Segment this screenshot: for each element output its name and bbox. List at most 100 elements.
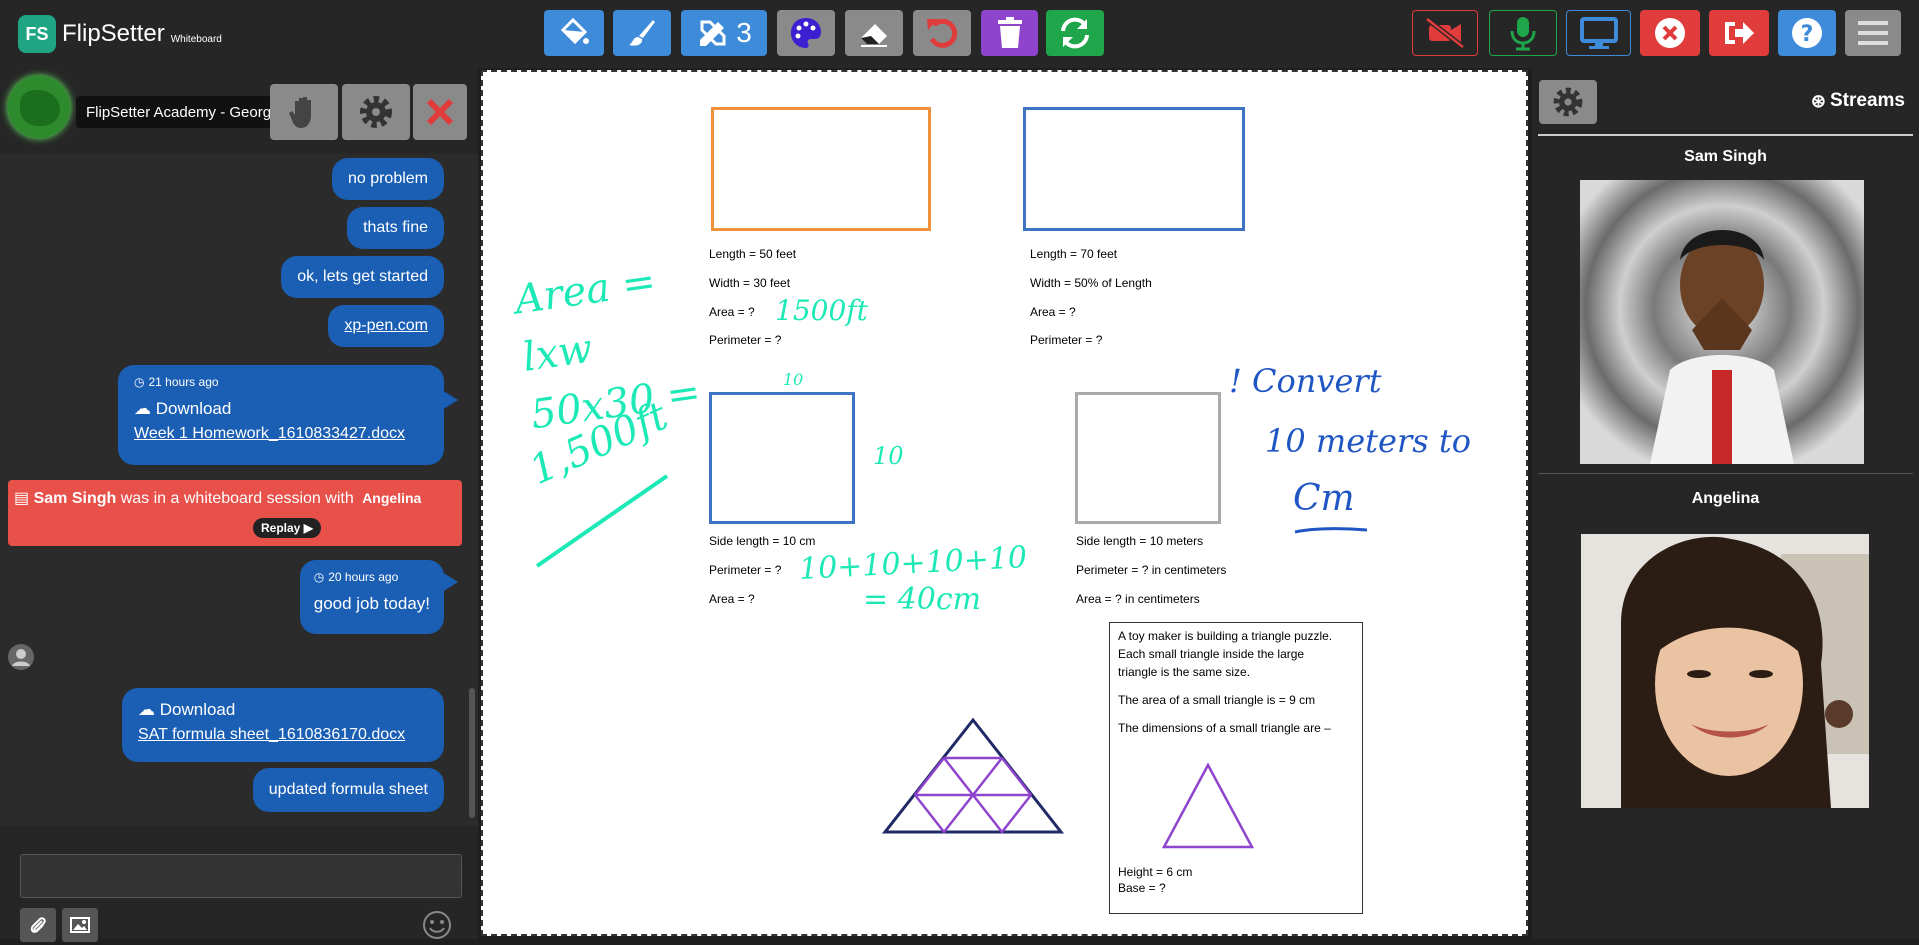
handwritten-answer: 1500ft [775, 294, 868, 327]
chat-messages[interactable]: no problem thats fine ok, lets get start… [0, 154, 478, 826]
rect1-area: Area = ? [709, 305, 755, 319]
handwritten-side-top: 10 [783, 370, 804, 389]
file-link[interactable]: Week 1 Homework_1610833427.docx [134, 425, 428, 443]
brush-tool-button[interactable] [613, 10, 671, 56]
rect1-perimeter: Perimeter = ? [709, 333, 782, 347]
download-icon: ☁ [138, 700, 155, 719]
paperclip-icon [30, 917, 46, 933]
trash-button[interactable] [981, 10, 1038, 56]
file-link[interactable]: SAT formula sheet_1610836170.docx [138, 726, 428, 744]
hand-icon [289, 97, 311, 128]
leave-button[interactable] [1709, 10, 1769, 56]
handwritten-convert-1: ! Convert [1229, 362, 1382, 400]
chat-header: FlipSetter Academy - Georgia [0, 68, 478, 154]
clock-icon: ◷ [313, 570, 325, 584]
trash-icon [997, 17, 1022, 48]
chat-scrollbar[interactable] [469, 688, 475, 818]
sq1-area: Area = ? [709, 592, 755, 606]
palette-button[interactable] [777, 10, 835, 56]
underline-stroke [1294, 527, 1368, 534]
file-message: ◷ 21 hours ago ☁ Download Week 1 Homework… [118, 365, 444, 465]
session-notice: ▤ Sam Singh was in a whiteboard session … [8, 480, 462, 546]
brush-icon [629, 20, 655, 46]
eraser-button[interactable] [845, 10, 903, 56]
triangle-puzzle [881, 717, 1065, 835]
video-stream-angelina[interactable] [1581, 534, 1869, 808]
whiteboard-icon: ▤ [14, 490, 30, 507]
sync-icon [1061, 17, 1089, 49]
app-logo[interactable]: FS FlipSetter Whiteboard [18, 14, 222, 54]
top-bar: FS FlipSetter Whiteboard 3 ? [0, 0, 1919, 68]
rect1-length: Length = 50 feet [709, 247, 797, 261]
course-name: FlipSetter Academy - Georgia [76, 96, 293, 128]
screen-share-button[interactable] [1566, 10, 1631, 56]
download-icon: ☁ [134, 399, 151, 418]
course-avatar[interactable] [8, 76, 70, 138]
raise-hand-button[interactable] [270, 84, 338, 140]
attach-button[interactable] [20, 908, 56, 942]
chat-message: thats fine [347, 207, 444, 249]
video-stream-sam[interactable] [1580, 180, 1864, 464]
whiteboard-canvas[interactable]: Length = 50 feet Width = 30 feet Area = … [481, 70, 1528, 936]
app-subtitle: Whiteboard [170, 33, 222, 45]
chat-panel: FlipSetter Academy - Georgia no problem … [0, 68, 478, 942]
replay-button[interactable]: Replay ▶ [253, 518, 321, 538]
chat-settings-button[interactable] [342, 84, 410, 140]
image-button[interactable] [62, 908, 98, 942]
user-avatar[interactable] [8, 644, 34, 670]
emoji-button[interactable] [422, 910, 452, 940]
bubble-tail [442, 390, 458, 410]
help-icon: ? [1792, 18, 1822, 48]
menu-button[interactable] [1845, 10, 1901, 56]
sq2-side: Side length = 10 meters [1076, 534, 1204, 548]
gray-square [1075, 392, 1221, 524]
chat-message: updated formula sheet [252, 768, 444, 812]
close-icon [426, 98, 454, 126]
eraser-icon [861, 24, 887, 47]
menu-icon [1858, 21, 1888, 45]
problem-card: A toy maker is building a triangle puzzl… [1109, 622, 1363, 914]
bubble-tail [442, 572, 458, 592]
logo-badge: FS [18, 15, 56, 53]
handwritten-sum-result: = 40cm [863, 582, 982, 617]
rect2-area: Area = ? [1030, 305, 1076, 319]
palette-icon [791, 18, 821, 48]
sq1-side: Side length = 10 cm [709, 534, 816, 548]
svg-text:?: ? [1801, 22, 1814, 47]
streams-title: ⊛ Streams [1810, 90, 1905, 111]
chat-composer [0, 826, 478, 942]
streams-panel: ⊛ Streams Sam Singh Angelina [1532, 68, 1919, 939]
tool-size-button[interactable]: 3 [681, 10, 767, 56]
microphone-button[interactable] [1489, 10, 1557, 56]
chat-link[interactable]: xp-pen.com [344, 317, 428, 335]
help-button[interactable]: ? [1778, 10, 1836, 56]
divider [1538, 134, 1913, 136]
broadcast-icon: ⊛ [1810, 90, 1826, 111]
image-icon [70, 917, 90, 933]
gear-icon [1553, 87, 1583, 117]
file-message: ☁ Download SAT formula sheet_1610836170.… [122, 688, 444, 762]
chat-message: ◷ 20 hours ago good job today! [299, 560, 444, 634]
chat-message: no problem [331, 158, 444, 200]
download-row[interactable]: ☁ Download [134, 399, 428, 419]
handwritten-convert-2: 10 meters to [1265, 422, 1471, 460]
close-chat-button[interactable] [413, 84, 467, 140]
fill-tool-button[interactable] [544, 10, 604, 56]
screen-share-icon [1579, 17, 1618, 49]
divider [1538, 473, 1913, 474]
chat-input[interactable] [20, 854, 462, 898]
stream-settings-button[interactable] [1539, 80, 1597, 124]
rect2-length: Length = 70 feet [1030, 247, 1118, 261]
download-row[interactable]: ☁ Download [138, 700, 428, 720]
sq2-perimeter: Perimeter = ? in centimeters [1076, 563, 1227, 577]
undo-button[interactable] [913, 10, 971, 56]
notice-text: ▤ Sam Singh was in a whiteboard session … [14, 490, 422, 507]
undo-icon [927, 18, 958, 48]
small-triangle [1161, 762, 1255, 849]
message-timestamp: ◷ 20 hours ago [313, 570, 399, 584]
sync-button[interactable] [1046, 10, 1104, 56]
end-session-button[interactable] [1640, 10, 1700, 56]
handwritten-side-right: 10 [873, 442, 904, 470]
video-toggle-button[interactable] [1412, 10, 1478, 56]
chat-message: xp-pen.com [328, 305, 444, 347]
